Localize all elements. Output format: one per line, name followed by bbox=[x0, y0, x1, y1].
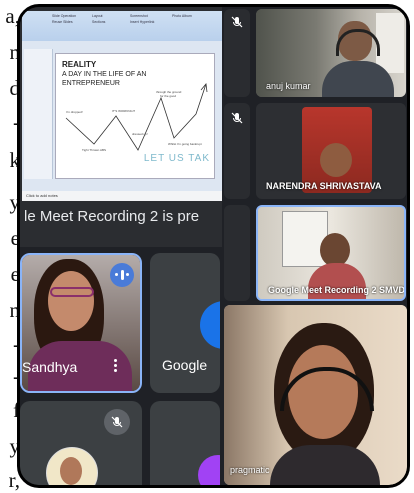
participant-name: Google bbox=[162, 357, 208, 373]
participant-tile-bottom-middle[interactable] bbox=[150, 401, 220, 485]
slide-editor-area: REALITY A DAY IN THE LIFE OF AN ENTREPRE… bbox=[22, 41, 222, 191]
ribbon-item: Reuse Slides bbox=[52, 20, 73, 24]
graph-label: I'm dropped! bbox=[66, 110, 83, 114]
ribbon-item: Photo Album bbox=[172, 14, 192, 18]
mic-off-icon bbox=[111, 416, 123, 428]
eyeglasses bbox=[50, 287, 94, 297]
meet-grid: Slide Operation Reuse Slides Layout Sect… bbox=[20, 7, 407, 485]
more-options-icon[interactable] bbox=[114, 359, 118, 373]
participant-tile-sandhya[interactable]: Sandhya bbox=[20, 253, 142, 393]
slide-canvas: REALITY A DAY IN THE LIFE OF AN ENTREPRE… bbox=[55, 53, 215, 179]
participant-tile-hidden-2[interactable] bbox=[224, 103, 250, 199]
participant-name: Google Meet Recording 2 SMVDU bbox=[268, 285, 406, 295]
participant-tile-google-meet-recording[interactable]: Google Meet Recording 2 SMVDU bbox=[256, 205, 406, 301]
shared-screen-tile[interactable]: Slide Operation Reuse Slides Layout Sect… bbox=[20, 7, 222, 247]
mic-off-icon bbox=[231, 112, 243, 124]
ribbon-item: Slide Operation bbox=[52, 14, 77, 18]
participant-name: NARENDRA SHRIVASTAVA bbox=[266, 181, 382, 191]
participant-tile-hidden[interactable] bbox=[224, 9, 250, 97]
participant-tile-anuj-kumar[interactable]: anuj kumar bbox=[256, 9, 406, 97]
mic-off-icon bbox=[231, 16, 243, 28]
ribbon-item: Layout bbox=[92, 14, 103, 18]
powerpoint-window: Slide Operation Reuse Slides Layout Sect… bbox=[22, 11, 222, 201]
avatar bbox=[200, 301, 220, 349]
participant-name: anuj kumar bbox=[266, 81, 311, 91]
presenting-banner: le Meet Recording 2 is pre bbox=[24, 208, 200, 225]
participant-tile-narendra[interactable]: NARENDRA SHRIVASTAVA bbox=[256, 103, 406, 199]
participant-tile-google[interactable]: Google bbox=[150, 253, 220, 393]
participant-video-body bbox=[308, 263, 366, 299]
graph-label: IT'S WORKING!!! bbox=[112, 109, 136, 113]
avatar-photo-face bbox=[60, 457, 82, 485]
participant-video-head bbox=[320, 233, 350, 267]
phone-frame: Slide Operation Reuse Slides Layout Sect… bbox=[17, 4, 410, 488]
avatar bbox=[198, 455, 220, 485]
graph-label: for the good bbox=[160, 94, 177, 98]
window-light bbox=[376, 13, 404, 73]
ppt-ribbon: Slide Operation Reuse Slides Layout Sect… bbox=[22, 11, 222, 42]
participant-video-head bbox=[320, 143, 352, 177]
graph-label: Tight Thrown ABS bbox=[82, 148, 107, 152]
slide-cta-text: LET US TAK bbox=[143, 153, 210, 164]
ribbon-item: Sections bbox=[92, 20, 106, 24]
participant-video-face bbox=[48, 271, 94, 331]
ribbon-item: Screenshot bbox=[130, 14, 148, 18]
graph-label: dressed up! bbox=[132, 132, 148, 136]
participant-name: Sandhya bbox=[22, 359, 78, 375]
slide-thumbnails bbox=[24, 49, 53, 179]
participant-tile-pragmatic[interactable]: pragmatic bbox=[224, 305, 407, 485]
speaking-indicator-icon bbox=[110, 263, 134, 287]
participant-tile-bottom-left[interactable] bbox=[20, 401, 142, 485]
notes-pane[interactable]: Click to add notes bbox=[22, 191, 222, 201]
participant-tile-hidden-3[interactable] bbox=[224, 205, 250, 301]
ribbon-item: Insert Hyperlink bbox=[130, 20, 155, 24]
participant-name: pragmatic bbox=[230, 465, 270, 475]
graph-label: Whilst I'm going bankrupt bbox=[168, 142, 202, 146]
